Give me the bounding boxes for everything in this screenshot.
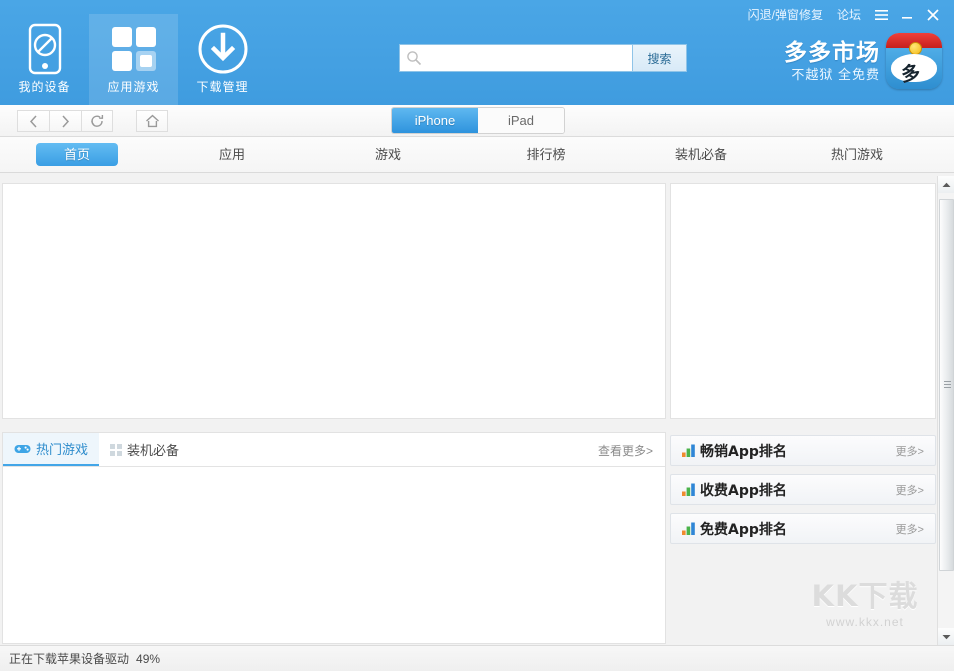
primary-nav: 我的设备 应用游戏: [0, 14, 267, 105]
minimize-button[interactable]: [894, 3, 920, 27]
scrollbar-grip-icon: [944, 381, 951, 390]
bar-chart-icon: [682, 444, 697, 457]
search-input[interactable]: [422, 45, 632, 71]
ranking-row-bestselling[interactable]: 畅销App排名 更多>: [670, 435, 936, 466]
search-button[interactable]: 搜索: [633, 44, 687, 72]
ranking-label-bestselling: 畅销App排名: [700, 441, 787, 461]
tab-essential-apps[interactable]: 装机必备: [99, 433, 190, 466]
tab-essential-apps-label: 装机必备: [127, 440, 179, 459]
category-nav: 首页 应用 游戏 排行榜 装机必备 热门游戏: [0, 137, 954, 173]
device-type-toggle: iPhone iPad: [391, 107, 565, 134]
nav-my-device-label: 我的设备: [18, 78, 70, 95]
home-icon: [145, 114, 160, 128]
hot-games-panel: 热门游戏 装机必备 查看更多>: [2, 432, 666, 644]
menu-button[interactable]: [868, 3, 894, 27]
status-message: 正在下载苹果设备驱动: [9, 650, 129, 667]
refresh-icon: [90, 114, 104, 128]
scroll-down-button[interactable]: [938, 628, 954, 645]
bar-chart-icon: [682, 483, 697, 496]
category-apps[interactable]: 应用: [196, 143, 268, 166]
nav-my-device[interactable]: 我的设备: [0, 14, 89, 105]
vertical-scrollbar[interactable]: [937, 176, 954, 645]
ranking-more-bestselling[interactable]: 更多>: [896, 443, 924, 459]
category-games[interactable]: 游戏: [352, 143, 424, 166]
brand-text: 多多市场 不越狱 全免费: [784, 41, 880, 81]
download-circle-icon: [197, 22, 249, 76]
ranking-label-paid: 收费App排名: [700, 480, 787, 500]
back-button[interactable]: [17, 110, 49, 132]
nav-download-manager-label: 下载管理: [196, 78, 248, 95]
chevron-left-icon: [29, 115, 38, 128]
status-bar: 正在下载苹果设备驱动 49%: [0, 645, 954, 671]
games-tab-strip: 热门游戏 装机必备 查看更多>: [3, 433, 665, 467]
status-percent: 49%: [136, 652, 160, 666]
refresh-button[interactable]: [81, 110, 113, 132]
nav-apps-games[interactable]: 应用游戏: [89, 14, 178, 105]
scrollbar-thumb[interactable]: [939, 199, 954, 571]
category-hot-games[interactable]: 热门游戏: [814, 143, 900, 166]
crash-fix-link[interactable]: 闪退/弹窗修复: [741, 2, 830, 28]
nav-apps-games-label: 应用游戏: [107, 78, 159, 95]
device-tab-iphone[interactable]: iPhone: [392, 108, 478, 133]
brand-title: 多多市场: [784, 41, 880, 64]
ranking-label-free: 免费App排名: [700, 519, 787, 539]
minimize-icon: [900, 9, 914, 21]
bar-chart-icon: [682, 522, 697, 535]
app-header: 闪退/弹窗修复 论坛: [0, 0, 954, 105]
grid-icon: [110, 444, 122, 456]
view-more-link[interactable]: 查看更多>: [598, 442, 653, 459]
history-button-group: [17, 110, 113, 132]
nav-download-manager[interactable]: 下载管理: [178, 14, 267, 105]
search-box[interactable]: [399, 44, 633, 72]
logo-glyph: 多: [899, 58, 922, 87]
ranking-more-free[interactable]: 更多>: [896, 521, 924, 537]
chevron-up-icon: [942, 182, 951, 188]
home-button[interactable]: [136, 110, 168, 132]
forward-button[interactable]: [49, 110, 81, 132]
tab-hot-games[interactable]: 热门游戏: [3, 433, 99, 466]
apps-grid-icon: [110, 22, 158, 76]
hamburger-icon: [874, 9, 889, 21]
scrollbar-track[interactable]: [938, 193, 954, 628]
tab-hot-games-label: 热门游戏: [36, 439, 88, 458]
featured-side-panel[interactable]: [670, 183, 936, 419]
gamepad-icon: [14, 443, 31, 454]
ranking-row-paid[interactable]: 收费App排名 更多>: [670, 474, 936, 505]
search-area: 搜索: [399, 44, 687, 72]
application-window: 闪退/弹窗修复 论坛: [0, 0, 954, 671]
banner-carousel-panel[interactable]: [2, 183, 666, 419]
brand-subtitle: 不越狱 全免费: [791, 68, 880, 81]
title-bar: 闪退/弹窗修复 论坛: [741, 2, 946, 28]
category-home[interactable]: 首页: [36, 143, 118, 166]
forum-link[interactable]: 论坛: [830, 2, 868, 28]
chevron-down-icon: [942, 634, 951, 640]
category-essentials[interactable]: 装机必备: [658, 143, 744, 166]
device-phone-icon: [25, 22, 65, 76]
ranking-row-free[interactable]: 免费App排名 更多>: [670, 513, 936, 544]
close-button[interactable]: [920, 3, 946, 27]
search-icon: [406, 50, 422, 66]
scroll-up-button[interactable]: [938, 176, 954, 193]
category-ranking[interactable]: 排行榜: [506, 143, 586, 166]
brand-logo-area: 多多市场 不越狱 全免费 多: [784, 33, 942, 89]
close-icon: [926, 8, 940, 22]
brand-app-icon: 多: [886, 33, 942, 89]
device-tab-ipad[interactable]: iPad: [478, 108, 564, 133]
ranking-more-paid[interactable]: 更多>: [896, 482, 924, 498]
chevron-right-icon: [61, 115, 70, 128]
